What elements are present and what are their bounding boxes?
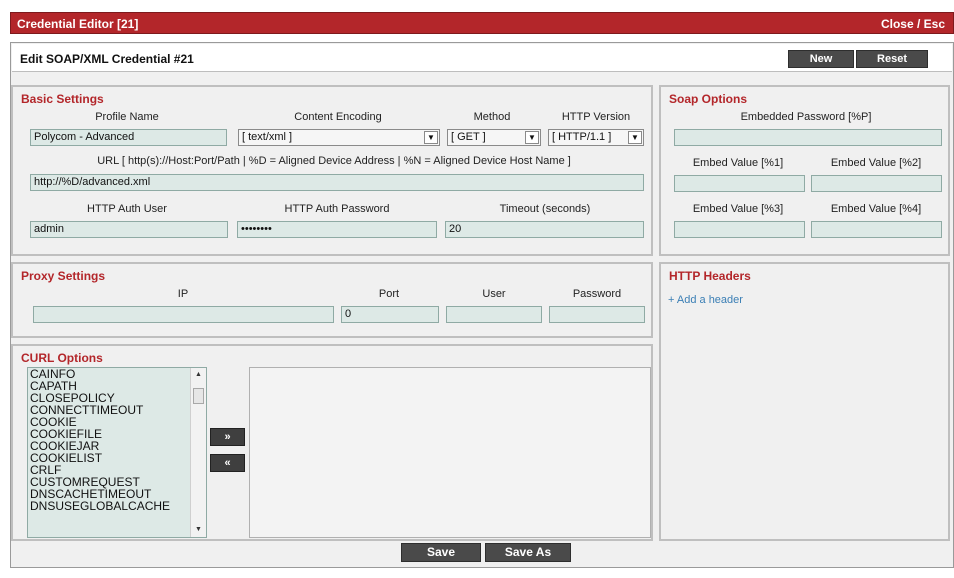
proxy-port-input[interactable]: 0 [341, 306, 439, 323]
editor-header: Edit SOAP/XML Credential #21 New Reset [12, 44, 952, 72]
new-button[interactable]: New [788, 50, 854, 68]
close-button[interactable]: Close / Esc [881, 17, 945, 31]
timeout-label: Timeout (seconds) [499, 203, 591, 215]
curl-options-panel: CURL Options CAINFO CAPATH CLOSEPOLICY C… [11, 344, 653, 541]
embed-value-4-input[interactable] [811, 221, 942, 238]
embedded-password-label: Embedded Password [%P] [740, 111, 872, 123]
proxy-password-input[interactable] [549, 306, 645, 323]
http-headers-title: HTTP Headers [669, 269, 751, 283]
auth-password-input[interactable]: •••••••• [237, 221, 437, 238]
proxy-settings-title: Proxy Settings [21, 269, 106, 283]
method-value: [ GET ] [451, 131, 486, 143]
curl-options-list: CAINFO CAPATH CLOSEPOLICY CONNECTTIMEOUT… [28, 368, 206, 512]
http-headers-panel: HTTP Headers + Add a header [659, 262, 950, 541]
profile-name-input[interactable]: Polycom - Advanced [30, 129, 227, 146]
scroll-up-icon[interactable]: ▲ [191, 368, 206, 382]
save-button[interactable]: Save [401, 543, 481, 562]
timeout-input[interactable]: 20 [445, 221, 644, 238]
embed-value-2-label: Embed Value [%2] [830, 157, 922, 169]
proxy-ip-input[interactable] [33, 306, 334, 323]
editor-title: Edit SOAP/XML Credential #21 [20, 52, 194, 66]
proxy-user-input[interactable] [446, 306, 542, 323]
embed-value-2-input[interactable] [811, 175, 942, 192]
scroll-thumb[interactable] [193, 388, 204, 404]
http-version-value: [ HTTP/1.1 ] [552, 131, 612, 143]
curl-options-title: CURL Options [21, 351, 103, 365]
chevron-down-icon: ▼ [525, 131, 539, 144]
soap-options-title: Soap Options [669, 92, 747, 106]
window-title: Credential Editor [21] [17, 17, 139, 31]
remove-option-button[interactable]: « [210, 454, 245, 472]
method-select[interactable]: [ GET ] ▼ [447, 129, 541, 146]
add-header-link[interactable]: + Add a header [668, 294, 743, 306]
chevron-down-icon: ▼ [628, 131, 642, 144]
embedded-password-input[interactable] [674, 129, 942, 146]
embed-value-4-label: Embed Value [%4] [830, 203, 922, 215]
chevron-down-icon: ▼ [424, 131, 438, 144]
content-encoding-select[interactable]: [ text/xml ] ▼ [238, 129, 440, 146]
content-encoding-value: [ text/xml ] [242, 131, 293, 143]
embed-value-3-label: Embed Value [%3] [692, 203, 784, 215]
content-encoding-label: Content Encoding [294, 111, 382, 123]
add-option-button[interactable]: » [210, 428, 245, 446]
list-item[interactable]: DNSUSEGLOBALCACHE [28, 500, 206, 512]
selected-curl-options-box[interactable] [249, 367, 651, 538]
scroll-down-icon[interactable]: ▼ [191, 523, 206, 537]
url-label: URL [ http(s)://Host:Port/Path | %D = Al… [97, 155, 571, 167]
auth-user-label: HTTP Auth User [87, 203, 167, 215]
window-titlebar: Credential Editor [21] Close / Esc [10, 12, 954, 34]
basic-settings-panel: Basic Settings Profile Name Polycom - Ad… [11, 85, 653, 256]
embed-value-1-input[interactable] [674, 175, 805, 192]
add-header-label: Add a header [676, 294, 743, 306]
embed-value-1-label: Embed Value [%1] [692, 157, 784, 169]
plus-icon: + [668, 294, 675, 306]
proxy-port-label: Port [378, 288, 400, 300]
save-as-button[interactable]: Save As [485, 543, 571, 562]
profile-name-label: Profile Name [95, 111, 159, 123]
proxy-user-label: User [482, 288, 506, 300]
embed-value-3-input[interactable] [674, 221, 805, 238]
auth-password-label: HTTP Auth Password [284, 203, 390, 215]
auth-user-input[interactable]: admin [30, 221, 228, 238]
proxy-password-label: Password [572, 288, 622, 300]
basic-settings-title: Basic Settings [21, 92, 104, 106]
http-version-select[interactable]: [ HTTP/1.1 ] ▼ [548, 129, 644, 146]
credential-editor-dialog: Edit SOAP/XML Credential #21 New Reset B… [10, 42, 954, 568]
proxy-ip-label: IP [177, 288, 189, 300]
proxy-settings-panel: Proxy Settings IP Port 0 User Password [11, 262, 653, 338]
reset-button[interactable]: Reset [856, 50, 928, 68]
soap-options-panel: Soap Options Embedded Password [%P] Embe… [659, 85, 950, 256]
listbox-scrollbar[interactable]: ▲ ▼ [190, 368, 206, 537]
method-label: Method [473, 111, 511, 123]
curl-options-listbox[interactable]: CAINFO CAPATH CLOSEPOLICY CONNECTTIMEOUT… [27, 367, 207, 538]
http-version-label: HTTP Version [561, 111, 631, 123]
url-input[interactable]: http://%D/advanced.xml [30, 174, 644, 191]
